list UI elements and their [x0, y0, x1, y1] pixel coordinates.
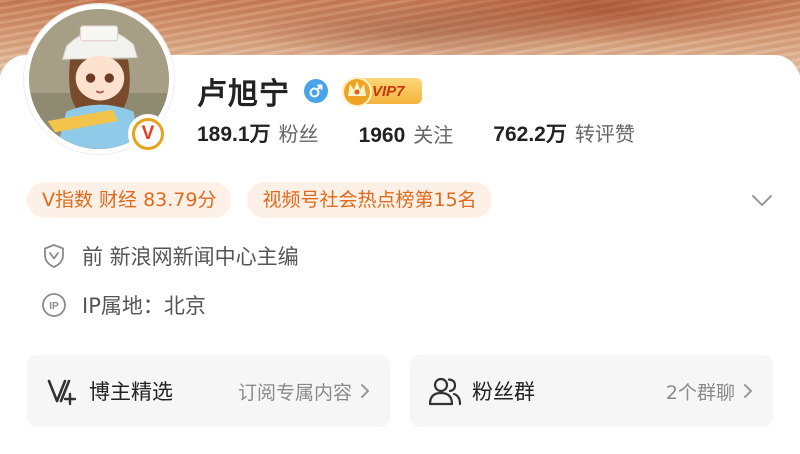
profile-tags: V指数 财经 83.79分 视频号社会热点榜第15名 [27, 182, 508, 218]
stat-value: 189.1万 [197, 123, 271, 146]
male-icon [304, 79, 328, 103]
featured-content-card[interactable]: 博主精选 订阅专属内容 [27, 355, 390, 427]
stat-label: 粉丝 [278, 122, 319, 146]
stat-label: 转评赞 [574, 122, 635, 146]
verification-title: 前 新浪网新闻中心主编 [82, 245, 299, 269]
profile-name-row: 卢旭宁 VIP7 [197, 73, 422, 112]
fans-group-subtitle: 2个群聊 [665, 381, 735, 404]
vip-level-label: VIP7 [372, 82, 405, 100]
svg-text:IP: IP [49, 301, 59, 312]
chevron-right-icon [361, 384, 369, 398]
profile-name: 卢旭宁 [197, 77, 290, 112]
tag-v-index[interactable]: V指数 财经 83.79分 [27, 182, 232, 218]
vip-badge[interactable]: VIP7 [342, 77, 422, 107]
shield-icon [40, 242, 68, 270]
info-title-row: 前 新浪网新闻中心主编 [40, 241, 299, 271]
stat-following[interactable]: 1960 关注 [359, 119, 454, 148]
ip-location-icon: IP [40, 291, 68, 319]
stat-label: 关注 [413, 122, 454, 147]
chevron-right-icon [744, 384, 752, 398]
stat-value: 762.2万 [493, 123, 567, 146]
group-users-icon [428, 374, 462, 408]
featured-subtitle: 订阅专属内容 [237, 381, 352, 404]
crown-icon [342, 77, 372, 107]
fans-group-title: 粉丝群 [472, 380, 535, 404]
stat-followers[interactable]: 189.1万 粉丝 [197, 118, 319, 148]
verified-v-icon: V [128, 114, 168, 154]
ip-location-text: IP属地：北京 [82, 294, 206, 318]
tag-video-ranking[interactable]: 视频号社会热点榜第15名 [247, 182, 492, 218]
fans-group-card[interactable]: 粉丝群 2个群聊 [410, 355, 773, 427]
expand-chevron-down-icon[interactable] [750, 190, 774, 210]
profile-stats: 189.1万 粉丝 1960 关注 762.2万 转评赞 [197, 116, 675, 150]
stat-interactions[interactable]: 762.2万 转评赞 [493, 118, 635, 148]
stat-value: 1960 [358, 123, 406, 147]
featured-title: 博主精选 [89, 380, 173, 404]
v-plus-icon [45, 374, 79, 408]
info-ip-row: IP IP属地：北京 [40, 290, 206, 320]
